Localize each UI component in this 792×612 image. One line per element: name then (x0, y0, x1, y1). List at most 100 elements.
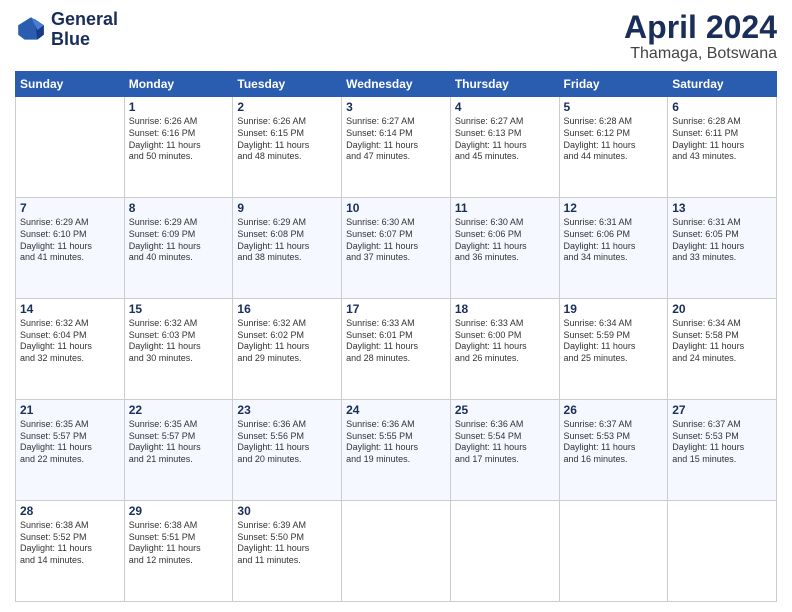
calendar-cell: 27 Sunrise: 6:37 AM Sunset: 5:53 PM Dayli… (668, 400, 777, 501)
day-info: Sunrise: 6:38 AM Sunset: 5:51 PM Dayligh… (129, 520, 229, 567)
day-info: Sunrise: 6:27 AM Sunset: 6:13 PM Dayligh… (455, 116, 555, 163)
calendar-cell: 30Sunrise: 6:39 AM Sunset: 5:50 PM Dayli… (233, 501, 342, 602)
calendar-header-row: Sunday Monday Tuesday Wednesday Thursday… (16, 72, 777, 97)
day-info: Sunrise: 6:29 AM Sunset: 6:09 PM Dayligh… (129, 217, 229, 264)
month-year: April 2024 (624, 10, 777, 45)
calendar-cell: 5 Sunrise: 6:28 AM Sunset: 6:12 PM Daylig… (559, 97, 668, 198)
day-info: Sunrise: 6:30 AM Sunset: 6:06 PM Dayligh… (455, 217, 555, 264)
day-number: 27 (672, 403, 772, 417)
day-number: 28 (20, 504, 120, 518)
day-info: Sunrise: 6:32 AM Sunset: 6:03 PM Dayligh… (129, 318, 229, 365)
header-sunday: Sunday (16, 72, 125, 97)
calendar-cell: 14 Sunrise: 6:32 AM Sunset: 6:04 PM Dayli… (16, 299, 125, 400)
header-monday: Monday (124, 72, 233, 97)
day-number: 26 (564, 403, 664, 417)
calendar-cell: 11 Sunrise: 6:30 AM Sunset: 6:06 PM Dayli… (450, 198, 559, 299)
day-number: 20 (672, 302, 772, 316)
calendar-cell: 18 Sunrise: 6:33 AM Sunset: 6:00 PM Dayli… (450, 299, 559, 400)
day-number: 9 (237, 201, 337, 215)
calendar-cell (559, 501, 668, 602)
day-number: 10 (346, 201, 446, 215)
calendar-cell: 21Sunrise: 6:35 AM Sunset: 5:57 PM Dayli… (16, 400, 125, 501)
calendar-cell: 7Sunrise: 6:29 AM Sunset: 6:10 PM Daylig… (16, 198, 125, 299)
calendar-cell (668, 501, 777, 602)
calendar-cell: 19 Sunrise: 6:34 AM Sunset: 5:59 PM Dayli… (559, 299, 668, 400)
calendar-cell: 8 Sunrise: 6:29 AM Sunset: 6:09 PM Daylig… (124, 198, 233, 299)
day-number: 25 (455, 403, 555, 417)
day-info: Sunrise: 6:26 AM Sunset: 6:16 PM Dayligh… (129, 116, 229, 163)
day-number: 2 (237, 100, 337, 114)
calendar-cell: 10 Sunrise: 6:30 AM Sunset: 6:07 PM Dayli… (342, 198, 451, 299)
day-info: Sunrise: 6:39 AM Sunset: 5:50 PM Dayligh… (237, 520, 337, 567)
day-info: Sunrise: 6:37 AM Sunset: 5:53 PM Dayligh… (672, 419, 772, 466)
location: Thamaga, Botswana (624, 45, 777, 63)
calendar-week-1: 7Sunrise: 6:29 AM Sunset: 6:10 PM Daylig… (16, 198, 777, 299)
day-info: Sunrise: 6:32 AM Sunset: 6:02 PM Dayligh… (237, 318, 337, 365)
day-number: 6 (672, 100, 772, 114)
day-info: Sunrise: 6:31 AM Sunset: 6:05 PM Dayligh… (672, 217, 772, 264)
logo: General Blue (15, 10, 118, 50)
header-wednesday: Wednesday (342, 72, 451, 97)
calendar-cell: 23 Sunrise: 6:36 AM Sunset: 5:56 PM Dayli… (233, 400, 342, 501)
calendar-cell (450, 501, 559, 602)
day-number: 8 (129, 201, 229, 215)
day-info: Sunrise: 6:27 AM Sunset: 6:14 PM Dayligh… (346, 116, 446, 163)
day-info: Sunrise: 6:33 AM Sunset: 6:01 PM Dayligh… (346, 318, 446, 365)
header-friday: Friday (559, 72, 668, 97)
day-info: Sunrise: 6:29 AM Sunset: 6:08 PM Dayligh… (237, 217, 337, 264)
day-number: 11 (455, 201, 555, 215)
header-thursday: Thursday (450, 72, 559, 97)
day-number: 22 (129, 403, 229, 417)
calendar-cell: 20 Sunrise: 6:34 AM Sunset: 5:58 PM Dayli… (668, 299, 777, 400)
day-info: Sunrise: 6:35 AM Sunset: 5:57 PM Dayligh… (129, 419, 229, 466)
calendar-cell: 3Sunrise: 6:27 AM Sunset: 6:14 PM Daylig… (342, 97, 451, 198)
day-number: 5 (564, 100, 664, 114)
day-info: Sunrise: 6:33 AM Sunset: 6:00 PM Dayligh… (455, 318, 555, 365)
calendar-cell: 24 Sunrise: 6:36 AM Sunset: 5:55 PM Dayli… (342, 400, 451, 501)
day-info: Sunrise: 6:26 AM Sunset: 6:15 PM Dayligh… (237, 116, 337, 163)
calendar-week-3: 21Sunrise: 6:35 AM Sunset: 5:57 PM Dayli… (16, 400, 777, 501)
day-number: 14 (20, 302, 120, 316)
calendar-cell: 26Sunrise: 6:37 AM Sunset: 5:53 PM Dayli… (559, 400, 668, 501)
day-info: Sunrise: 6:36 AM Sunset: 5:55 PM Dayligh… (346, 419, 446, 466)
day-info: Sunrise: 6:36 AM Sunset: 5:54 PM Dayligh… (455, 419, 555, 466)
calendar-cell (342, 501, 451, 602)
calendar-cell: 4 Sunrise: 6:27 AM Sunset: 6:13 PM Daylig… (450, 97, 559, 198)
day-number: 1 (129, 100, 229, 114)
day-info: Sunrise: 6:34 AM Sunset: 5:59 PM Dayligh… (564, 318, 664, 365)
day-info: Sunrise: 6:35 AM Sunset: 5:57 PM Dayligh… (20, 419, 120, 466)
day-number: 4 (455, 100, 555, 114)
calendar-cell: 22 Sunrise: 6:35 AM Sunset: 5:57 PM Dayli… (124, 400, 233, 501)
day-info: Sunrise: 6:28 AM Sunset: 6:11 PM Dayligh… (672, 116, 772, 163)
day-info: Sunrise: 6:32 AM Sunset: 6:04 PM Dayligh… (20, 318, 120, 365)
day-number: 23 (237, 403, 337, 417)
day-number: 29 (129, 504, 229, 518)
header-tuesday: Tuesday (233, 72, 342, 97)
day-number: 17 (346, 302, 446, 316)
day-number: 16 (237, 302, 337, 316)
calendar-cell: 1 Sunrise: 6:26 AM Sunset: 6:16 PM Daylig… (124, 97, 233, 198)
calendar-cell: 25 Sunrise: 6:36 AM Sunset: 5:54 PM Dayli… (450, 400, 559, 501)
header-saturday: Saturday (668, 72, 777, 97)
calendar-cell: 28 Sunrise: 6:38 AM Sunset: 5:52 PM Dayli… (16, 501, 125, 602)
day-number: 19 (564, 302, 664, 316)
day-number: 12 (564, 201, 664, 215)
day-info: Sunrise: 6:28 AM Sunset: 6:12 PM Dayligh… (564, 116, 664, 163)
day-info: Sunrise: 6:31 AM Sunset: 6:06 PM Dayligh… (564, 217, 664, 264)
calendar-cell: 29 Sunrise: 6:38 AM Sunset: 5:51 PM Dayli… (124, 501, 233, 602)
calendar-week-4: 28 Sunrise: 6:38 AM Sunset: 5:52 PM Dayli… (16, 501, 777, 602)
day-info: Sunrise: 6:36 AM Sunset: 5:56 PM Dayligh… (237, 419, 337, 466)
day-number: 18 (455, 302, 555, 316)
header: General Blue April 2024 Thamaga, Botswan… (15, 10, 777, 63)
logo-icon (15, 14, 47, 46)
day-number: 13 (672, 201, 772, 215)
day-info: Sunrise: 6:38 AM Sunset: 5:52 PM Dayligh… (20, 520, 120, 567)
calendar-cell: 13 Sunrise: 6:31 AM Sunset: 6:05 PM Dayli… (668, 198, 777, 299)
calendar-cell: 15Sunrise: 6:32 AM Sunset: 6:03 PM Dayli… (124, 299, 233, 400)
day-info: Sunrise: 6:30 AM Sunset: 6:07 PM Dayligh… (346, 217, 446, 264)
calendar-cell: 16 Sunrise: 6:32 AM Sunset: 6:02 PM Dayli… (233, 299, 342, 400)
day-number: 7 (20, 201, 120, 215)
calendar-week-0: 1 Sunrise: 6:26 AM Sunset: 6:16 PM Daylig… (16, 97, 777, 198)
day-number: 24 (346, 403, 446, 417)
day-info: Sunrise: 6:34 AM Sunset: 5:58 PM Dayligh… (672, 318, 772, 365)
